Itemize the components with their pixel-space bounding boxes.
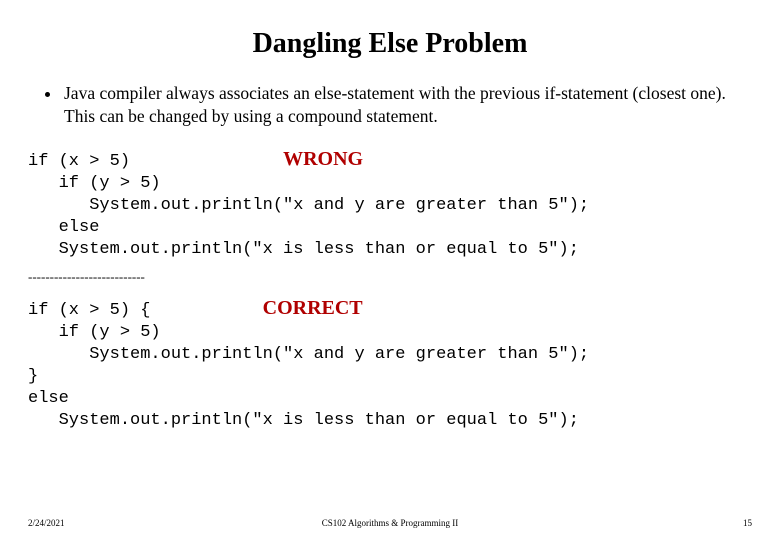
slide: Dangling Else Problem Java compiler alwa… bbox=[0, 0, 780, 540]
correct-label: CORRECT bbox=[263, 297, 363, 319]
code-line: else bbox=[28, 389, 69, 408]
code-line: else bbox=[28, 218, 99, 237]
code-line: System.out.println("x and y are greater … bbox=[28, 196, 589, 215]
code-block-wrong: if (x > 5) WRONG if (y > 5) System.out.p… bbox=[28, 146, 752, 261]
divider: --------------------------- bbox=[28, 269, 752, 285]
code-line: if (y > 5) bbox=[28, 174, 161, 193]
code-line: if (x > 5) bbox=[28, 152, 130, 171]
code-line: System.out.println("x is less than or eq… bbox=[28, 411, 579, 430]
footer: 2/24/2021 CS102 Algorithms & Programming… bbox=[28, 518, 752, 528]
page-title: Dangling Else Problem bbox=[28, 28, 752, 60]
code-line: System.out.println("x and y are greater … bbox=[28, 345, 589, 364]
footer-course: CS102 Algorithms & Programming II bbox=[28, 518, 752, 528]
bullet-list: Java compiler always associates an else-… bbox=[28, 82, 752, 128]
code-line: System.out.println("x is less than or eq… bbox=[28, 240, 579, 259]
code-line: if (y > 5) bbox=[28, 323, 161, 342]
bullet-item: Java compiler always associates an else-… bbox=[62, 82, 752, 128]
code-line: } bbox=[28, 367, 38, 386]
code-line: if (x > 5) { bbox=[28, 301, 150, 320]
code-block-correct: if (x > 5) { CORRECT if (y > 5) System.o… bbox=[28, 295, 752, 433]
wrong-label: WRONG bbox=[283, 148, 363, 170]
